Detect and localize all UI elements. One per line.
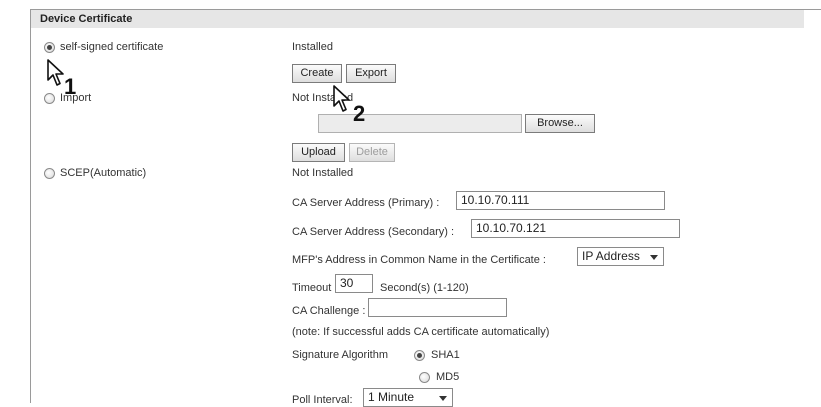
ca-challenge-note: (note: If successful adds CA certificate… — [292, 326, 550, 338]
create-button[interactable]: Create — [292, 64, 342, 83]
signature-algorithm-label: Signature Algorithm — [292, 349, 388, 361]
scep-label: SCEP(Automatic) — [60, 167, 147, 179]
poll-interval-label: Poll Interval: — [292, 394, 353, 406]
import-radio[interactable] — [44, 93, 55, 104]
section-title: Device Certificate — [40, 13, 133, 25]
import-file-field[interactable] — [318, 114, 522, 133]
ca-primary-input[interactable]: 10.10.70.111 — [456, 191, 665, 210]
step-callout-1: 1 — [64, 74, 77, 99]
scep-radio[interactable] — [44, 168, 55, 179]
self-signed-radio[interactable] — [44, 42, 55, 53]
poll-interval-select[interactable]: 1 Minute — [363, 388, 453, 407]
ca-secondary-input[interactable]: 10.10.70.121 — [471, 219, 680, 238]
upload-button[interactable]: Upload — [292, 143, 345, 162]
ca-secondary-label: CA Server Address (Secondary) : — [292, 226, 455, 238]
self-signed-label: self-signed certificate — [60, 41, 164, 53]
timeout-unit: Second(s) (1-120) — [380, 282, 469, 294]
md5-radio[interactable] — [419, 372, 430, 383]
sha1-label: SHA1 — [431, 349, 460, 361]
mfp-address-value: IP Address — [582, 249, 640, 263]
timeout-input[interactable]: 30 — [335, 274, 373, 293]
scep-status: Not Installed — [292, 167, 354, 179]
hand-pointer-cursor-icon — [333, 85, 350, 112]
timeout-label: Timeout : — [292, 282, 338, 294]
mfp-address-label: MFP's Address in Common Name in the Cert… — [292, 254, 546, 266]
chevron-down-icon — [439, 396, 447, 401]
mfp-address-select[interactable]: IP Address — [577, 247, 664, 266]
export-button[interactable]: Export — [346, 64, 396, 83]
section-header: Device Certificate — [31, 10, 804, 28]
ca-challenge-label: CA Challenge : — [292, 305, 366, 317]
step-callout-2: 2 — [353, 101, 366, 126]
self-signed-status: Installed — [292, 41, 333, 53]
ca-challenge-input[interactable] — [368, 298, 507, 317]
md5-label: MD5 — [436, 371, 460, 383]
sha1-radio[interactable] — [414, 350, 425, 361]
browse-button[interactable]: Browse... — [525, 114, 595, 133]
delete-button: Delete — [349, 143, 395, 162]
chevron-down-icon — [650, 255, 658, 260]
ca-primary-label: CA Server Address (Primary) : — [292, 197, 440, 209]
